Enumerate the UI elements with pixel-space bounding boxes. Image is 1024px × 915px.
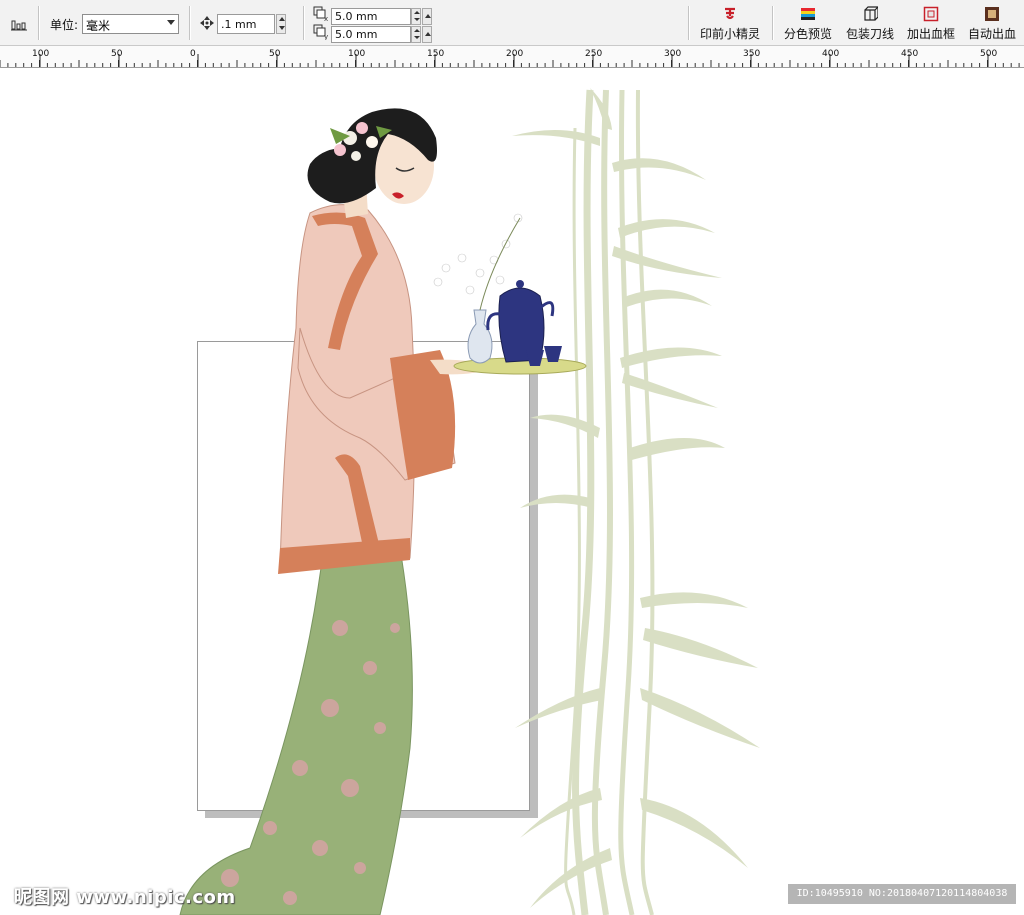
toolbar-separator [303,6,305,40]
box-cutline-icon [862,6,880,22]
nudge-distance-value: .1 mm [221,18,257,31]
separation-preview-label: 分色预览 [783,27,832,41]
arrow-up-icon[interactable] [425,32,431,36]
lady-illustration [179,108,495,915]
horizontal-ruler[interactable]: 100 50 0 50 100 150 200 250 300 350 400 450 500 [0,46,1024,68]
ruler-label: 0 [190,49,196,59]
nudge-stepper[interactable] [276,14,286,34]
ruler-label: 50 [111,49,123,59]
watermark-right: ID:10495910 NO:20180407120114804038 [788,884,1016,904]
align-bottom-icon[interactable] [11,16,27,31]
stepper-up-icon[interactable] [414,29,420,32]
toolbar-separator [38,6,40,40]
ruler-label: 50 [269,49,281,59]
add-bleed-frame-label: 加出血框 [906,27,955,41]
duplicate-y-icon: y [313,24,329,41]
duplicate-y-stepper[interactable] [411,26,421,43]
property-bar: 单位: 毫米 .1 mm x 5.0 mm y 5.0 mm 印前小精灵 分色预… [0,0,1024,46]
units-label: 单位: [50,18,79,32]
units-value: 毫米 [86,19,111,33]
stepper-up-icon[interactable] [414,11,420,14]
duplicate-y-value: 5.0 mm [335,28,378,41]
auto-bleed-icon [984,6,1000,22]
stepper-down-icon[interactable] [414,18,420,21]
ruler-label: 400 [822,49,839,59]
duplicate-x-stepper[interactable] [411,8,421,25]
ruler-label: 350 [743,49,760,59]
color-bars-icon [800,6,816,22]
toolbar-separator [688,6,690,40]
tea-tray [433,213,587,375]
ruler-label: 250 [585,49,602,59]
duplicate-y-input[interactable]: 5.0 mm [331,26,411,43]
ruler-label: 450 [901,49,918,59]
bamboo-leaves [512,88,760,908]
nudge-icon [199,15,215,31]
separation-preview-button[interactable]: 分色预览 [778,6,838,42]
ruler-label: 500 [980,49,997,59]
drawing-canvas[interactable]: 昵图网 www.nipic.com ID:10495910 NO:2018040… [0,68,1024,915]
add-bleed-frame-button[interactable]: 加出血框 [902,6,960,42]
units-dropdown[interactable]: 毫米 [82,14,179,34]
svg-text:x: x [324,15,328,22]
preprint-wizard-button[interactable]: 印前小精灵 [694,6,766,42]
auto-bleed-label: 自动出血 [967,27,1016,41]
bleed-frame-icon [923,6,939,22]
duplicate-x-icon: x [313,6,329,23]
duplicate-y-arrow[interactable] [422,26,432,43]
svg-text:y: y [324,33,328,40]
stepper-down-icon[interactable] [414,36,420,39]
ruler-label: 200 [506,49,523,59]
chevron-down-icon [167,20,175,25]
ruler-label: 150 [427,49,444,59]
packaging-cutline-button[interactable]: 包装刀线 [840,6,900,42]
toolbar-separator [189,6,191,40]
preprint-wizard-label: 印前小精灵 [699,27,760,41]
nudge-distance-input[interactable]: .1 mm [217,14,275,34]
artwork[interactable] [0,68,1024,915]
stamp-icon [722,6,738,22]
auto-bleed-button[interactable]: 自动出血 [963,6,1021,42]
ruler-label: 300 [664,49,681,59]
watermark-left: 昵图网 www.nipic.com [14,887,236,908]
ruler-label: 100 [348,49,365,59]
duplicate-x-arrow[interactable] [422,8,432,25]
arrow-up-icon[interactable] [425,14,431,18]
duplicate-x-input[interactable]: 5.0 mm [331,8,411,25]
duplicate-x-value: 5.0 mm [335,10,378,23]
ruler-label: 100 [32,49,49,59]
toolbar-separator [772,6,774,40]
stepper-up-icon[interactable] [279,17,285,21]
packaging-cutline-label: 包装刀线 [845,27,894,41]
stepper-down-icon[interactable] [279,26,285,30]
